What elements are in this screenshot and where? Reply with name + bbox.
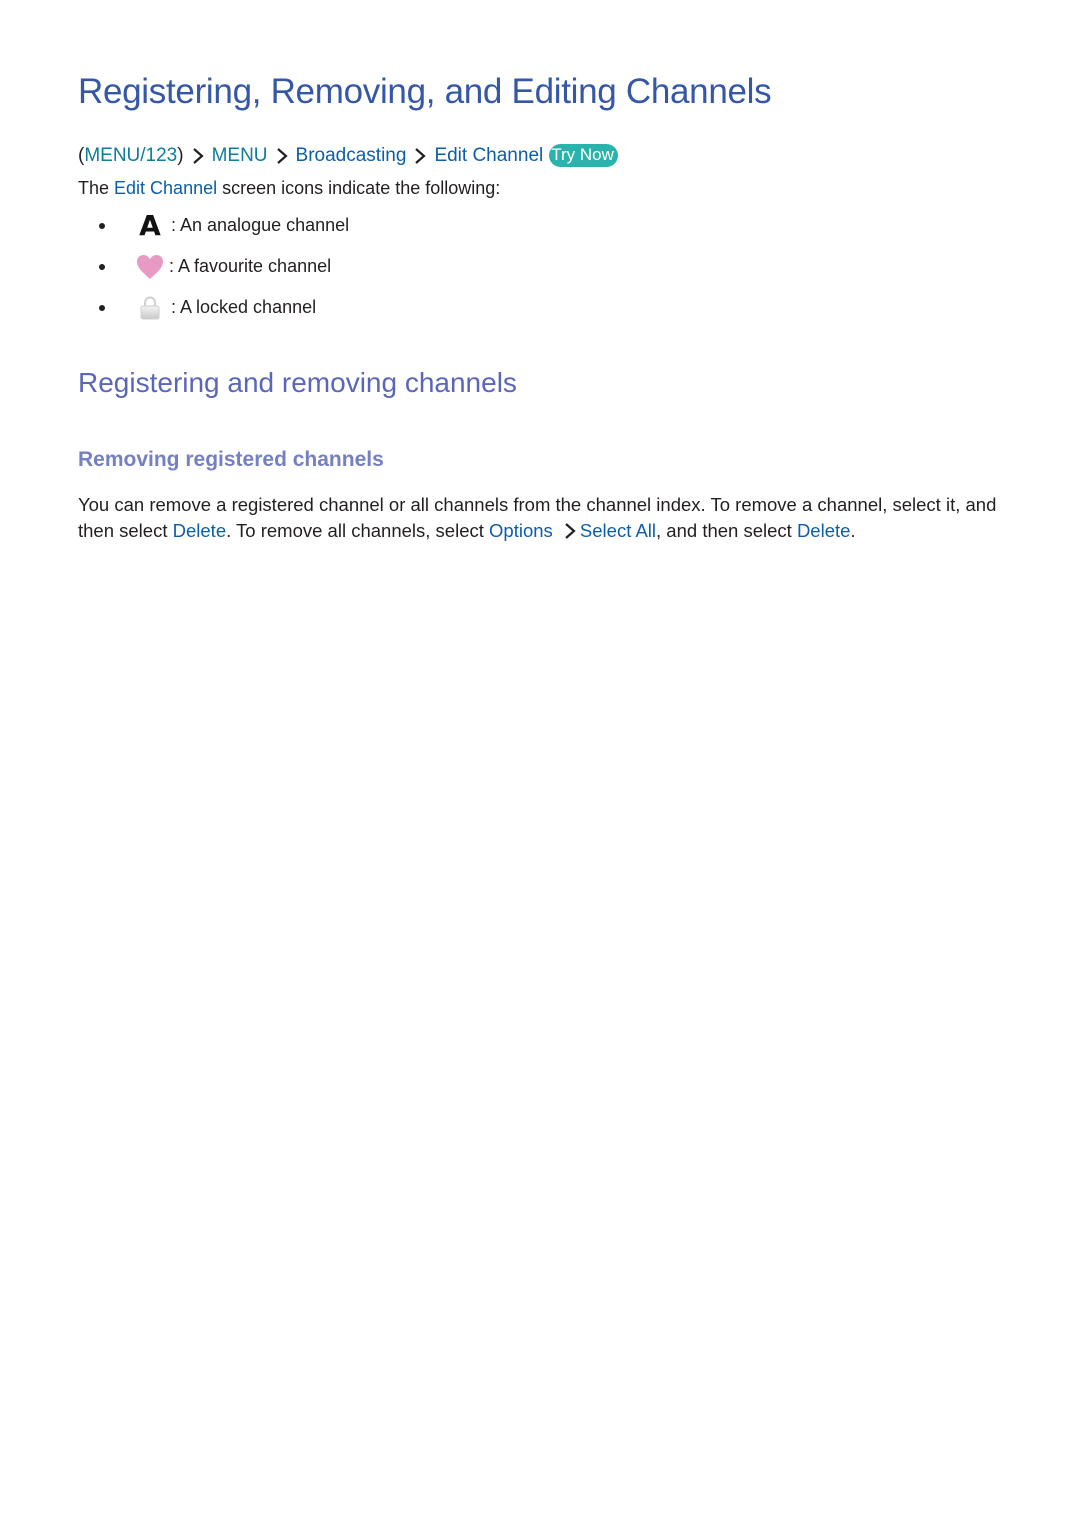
- breadcrumb: (MENU/123) MENU Broadcasting Edit Channe…: [78, 144, 618, 167]
- breadcrumb-item-menu-123[interactable]: MENU/123: [84, 145, 177, 167]
- icon-legend-list: A : An analogue channel : A favourite ch…: [78, 205, 349, 328]
- bullet: [99, 263, 105, 270]
- list-item: A : An analogue channel: [78, 205, 349, 246]
- options-link[interactable]: Options: [489, 520, 553, 541]
- chevron-right-icon: [565, 522, 576, 539]
- delete-link[interactable]: Delete: [797, 520, 850, 541]
- chevron-right-icon: [192, 147, 204, 164]
- intro-text: The Edit Channel screen icons indicate t…: [78, 178, 501, 198]
- list-item: : A locked channel: [78, 287, 349, 328]
- breadcrumb-item-broadcasting[interactable]: Broadcasting: [296, 145, 407, 167]
- breadcrumb-item-menu[interactable]: MENU: [212, 145, 268, 167]
- chevron-right-icon: [415, 147, 427, 164]
- delete-link[interactable]: Delete: [173, 520, 226, 541]
- section-heading: Registering and removing channels: [78, 367, 517, 398]
- page-title: Registering, Removing, and Editing Chann…: [78, 72, 772, 111]
- body-paragraph: You can remove a registered channel or a…: [78, 494, 997, 541]
- lock-icon: [140, 295, 160, 319]
- subsection-heading: Removing registered channels: [78, 448, 384, 471]
- list-item: : A favourite channel: [78, 246, 349, 287]
- select-all-link[interactable]: Select All: [580, 520, 656, 541]
- bullet: [99, 222, 105, 229]
- chevron-right-icon: [276, 147, 288, 164]
- edit-channel-link[interactable]: Edit Channel: [114, 178, 217, 198]
- breadcrumb-item-edit-channel[interactable]: Edit Channel: [434, 145, 543, 167]
- bullet: [99, 304, 105, 311]
- heart-icon: [137, 254, 163, 279]
- analogue-icon: A: [139, 209, 161, 242]
- try-now-button[interactable]: Try Now: [549, 144, 618, 167]
